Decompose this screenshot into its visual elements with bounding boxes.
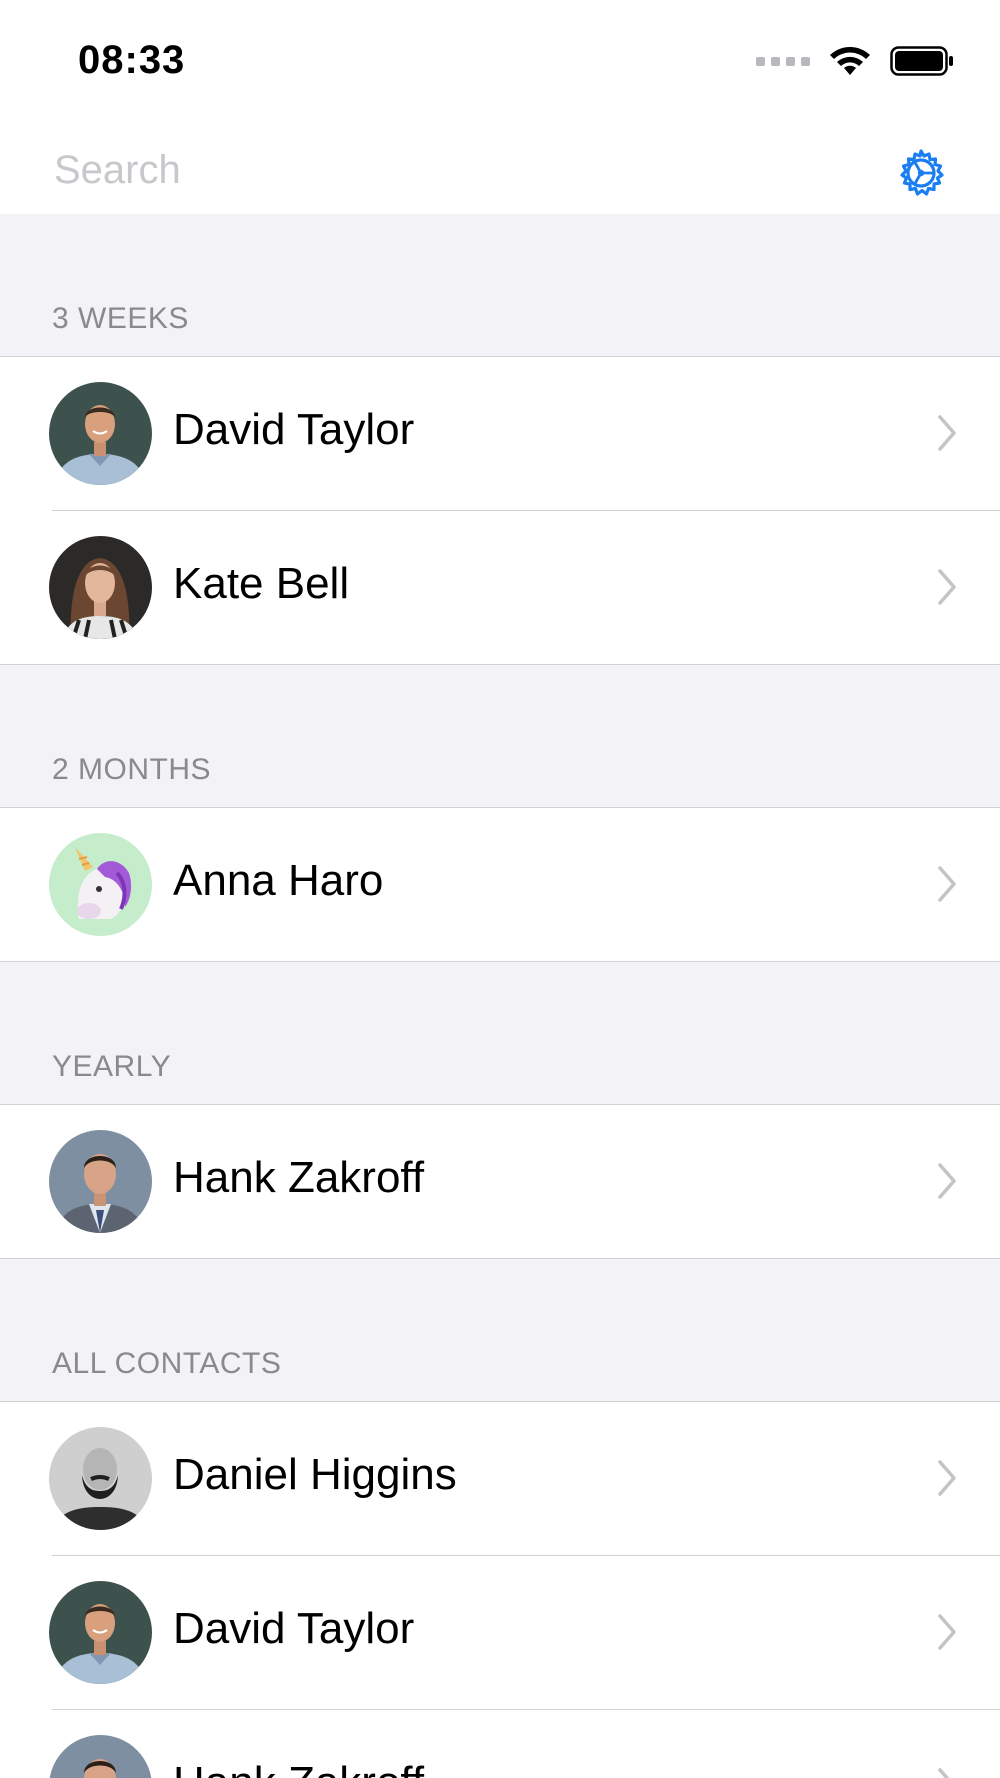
contacts-screen: 08:33 Search 3 WEEKS David Taylor Kate B… <box>0 0 1000 1778</box>
contact-name: David Taylor <box>173 1604 415 1653</box>
section-header-2-months: 2 MONTHS <box>0 665 1000 808</box>
wifi-icon <box>830 47 870 75</box>
chevron-right-icon <box>938 1163 956 1199</box>
avatar <box>49 833 152 936</box>
section-header-3-weeks: 3 WEEKS <box>0 214 1000 357</box>
status-indicators <box>756 44 954 78</box>
avatar <box>49 1130 152 1233</box>
contact-row[interactable]: Kate Bell <box>0 511 1000 665</box>
contact-row[interactable]: Daniel Higgins <box>0 1402 1000 1556</box>
chevron-right-icon <box>938 866 956 902</box>
contact-name: David Taylor <box>173 405 415 454</box>
section-header-all-contacts: ALL CONTACTS <box>0 1259 1000 1402</box>
status-time: 08:33 <box>78 38 186 82</box>
contacts-list: 3 WEEKS David Taylor Kate Bell 2 MONTHS … <box>0 214 1000 1778</box>
section-header-yearly: YEARLY <box>0 962 1000 1105</box>
avatar <box>49 1581 152 1684</box>
status-bar: 08:33 <box>0 0 1000 126</box>
contact-name: Anna Haro <box>173 856 384 905</box>
contact-row[interactable]: Anna Haro <box>0 808 1000 962</box>
cellular-signal-icon <box>756 56 810 66</box>
avatar <box>49 382 152 485</box>
chevron-right-icon <box>938 415 956 451</box>
contact-name: Kate Bell <box>173 559 350 608</box>
chevron-right-icon <box>938 1460 956 1496</box>
avatar <box>49 536 152 639</box>
search-bar <box>0 126 1000 214</box>
section-header-label: 3 WEEKS <box>52 302 189 335</box>
battery-icon <box>890 46 953 76</box>
gear-icon <box>900 149 944 196</box>
contact-row[interactable]: Hank Zakroff <box>0 1710 1000 1778</box>
chevron-right-icon <box>938 1768 950 1778</box>
search-input[interactable] <box>52 140 852 200</box>
contact-row[interactable]: David Taylor <box>0 1556 1000 1710</box>
section-header-label: YEARLY <box>52 1050 172 1083</box>
contact-row[interactable]: Hank Zakroff <box>0 1105 1000 1259</box>
section-header-label: 2 MONTHS <box>52 753 212 786</box>
chevron-right-icon <box>938 569 956 605</box>
chevron-right-icon <box>938 1614 956 1650</box>
settings-button[interactable] <box>896 148 946 198</box>
contact-row[interactable]: David Taylor <box>0 357 1000 511</box>
contact-name: Hank Zakroff <box>173 1153 425 1202</box>
avatar <box>49 1735 152 1778</box>
contact-name: Hank Zakroff <box>173 1758 424 1778</box>
contact-name: Daniel Higgins <box>173 1450 457 1499</box>
section-header-label: ALL CONTACTS <box>52 1347 282 1380</box>
avatar <box>49 1427 152 1530</box>
